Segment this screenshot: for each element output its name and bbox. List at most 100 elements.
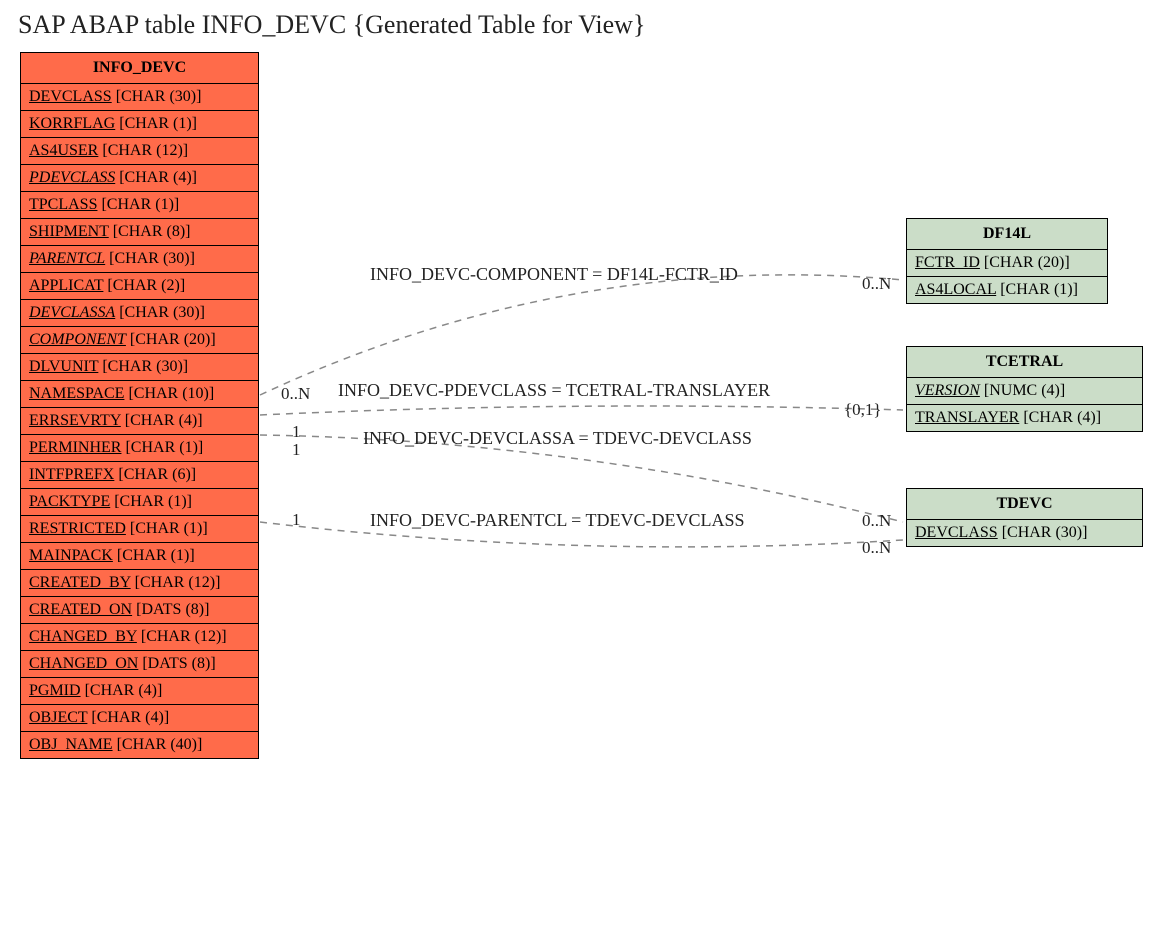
table-field-row: CREATED_BY [CHAR (12)] [21,570,258,597]
field-name: DLVUNIT [29,358,98,375]
field-name: DEVCLASS [915,524,998,541]
field-type: [DATS (8)] [132,601,209,618]
table-field-row: PERMINHER [CHAR (1)] [21,435,258,462]
field-name: AS4USER [29,142,98,159]
field-name: TPCLASS [29,196,97,213]
field-name: RESTRICTED [29,520,126,537]
relation-label: INFO_DEVC-COMPONENT = DF14L-FCTR_ID [370,264,738,285]
table-info-devc: INFO_DEVC DEVCLASS [CHAR (30)]KORRFLAG [… [20,52,259,759]
table-header: TCETRAL [907,347,1142,378]
field-name: KORRFLAG [29,115,115,132]
cardinality-right: 0..N [862,274,891,294]
field-name: VERSION [915,382,980,399]
table-field-row: AS4LOCAL [CHAR (1)] [907,277,1107,303]
table-field-row: DEVCLASS [CHAR (30)] [21,84,258,111]
field-name: NAMESPACE [29,385,124,402]
table-header: INFO_DEVC [21,53,258,84]
field-type: [CHAR (1)] [126,520,208,537]
field-name: OBJ_NAME [29,736,113,753]
table-field-row: CHANGED_ON [DATS (8)] [21,651,258,678]
cardinality-right: 0..N [862,511,891,531]
field-name: INTFPREFX [29,466,114,483]
table-field-row: DEVCLASS [CHAR (30)] [907,520,1142,546]
field-name: SHIPMENT [29,223,109,240]
cardinality-left: 0..N [281,384,310,404]
table-field-row: KORRFLAG [CHAR (1)] [21,111,258,138]
field-name: OBJECT [29,709,87,726]
cardinality-left: 1 [292,440,301,460]
field-name: PGMID [29,682,81,699]
cardinality-left: 1 [292,422,301,442]
field-type: [CHAR (1)] [996,281,1078,298]
table-field-row: TRANSLAYER [CHAR (4)] [907,405,1142,431]
table-field-row: PGMID [CHAR (4)] [21,678,258,705]
field-type: [CHAR (30)] [112,88,202,105]
field-name: MAINPACK [29,547,113,564]
field-type: [CHAR (1)] [115,115,197,132]
table-field-row: PDEVCLASS [CHAR (4)] [21,165,258,192]
field-type: [CHAR (1)] [121,439,203,456]
table-tdevc: TDEVC DEVCLASS [CHAR (30)] [906,488,1143,547]
table-field-row: INTFPREFX [CHAR (6)] [21,462,258,489]
field-type: [CHAR (12)] [137,628,227,645]
field-name: APPLICAT [29,277,103,294]
field-type: [NUMC (4)] [980,382,1065,399]
table-field-row: PACKTYPE [CHAR (1)] [21,489,258,516]
table-field-row: APPLICAT [CHAR (2)] [21,273,258,300]
field-type: [CHAR (30)] [98,358,188,375]
table-field-row: VERSION [NUMC (4)] [907,378,1142,405]
field-type: [CHAR (1)] [113,547,195,564]
table-field-row: AS4USER [CHAR (12)] [21,138,258,165]
field-name: TRANSLAYER [915,409,1019,426]
field-type: [CHAR (4)] [81,682,163,699]
field-type: [CHAR (30)] [105,250,195,267]
field-type: [CHAR (4)] [1019,409,1101,426]
cardinality-right: {0,1} [844,400,882,420]
field-type: [CHAR (12)] [131,574,221,591]
field-name: COMPONENT [29,331,126,348]
field-type: [CHAR (8)] [109,223,191,240]
table-field-row: CREATED_ON [DATS (8)] [21,597,258,624]
table-header: TDEVC [907,489,1142,520]
table-field-row: RESTRICTED [CHAR (1)] [21,516,258,543]
field-name: DEVCLASSA [29,304,115,321]
field-name: DEVCLASS [29,88,112,105]
field-type: [CHAR (4)] [115,169,197,186]
field-name: CREATED_ON [29,601,132,618]
field-name: PERMINHER [29,439,121,456]
cardinality-left: 1 [292,510,301,530]
table-df14l: DF14L FCTR_ID [CHAR (20)]AS4LOCAL [CHAR … [906,218,1108,304]
field-type: [CHAR (40)] [113,736,203,753]
table-field-row: DLVUNIT [CHAR (30)] [21,354,258,381]
table-field-row: CHANGED_BY [CHAR (12)] [21,624,258,651]
field-type: [CHAR (20)] [126,331,216,348]
relation-label: INFO_DEVC-PDEVCLASS = TCETRAL-TRANSLAYER [338,380,770,401]
field-name: CREATED_BY [29,574,131,591]
table-field-row: FCTR_ID [CHAR (20)] [907,250,1107,277]
field-type: [CHAR (1)] [110,493,192,510]
field-type: [CHAR (20)] [980,254,1070,271]
table-field-row: SHIPMENT [CHAR (8)] [21,219,258,246]
field-name: PARENTCL [29,250,105,267]
table-field-row: OBJECT [CHAR (4)] [21,705,258,732]
field-name: CHANGED_ON [29,655,138,672]
table-tcetral: TCETRAL VERSION [NUMC (4)]TRANSLAYER [CH… [906,346,1143,432]
field-name: FCTR_ID [915,254,980,271]
page-title: SAP ABAP table INFO_DEVC {Generated Tabl… [18,10,645,40]
field-name: PDEVCLASS [29,169,115,186]
table-header: DF14L [907,219,1107,250]
field-name: ERRSEVRTY [29,412,121,429]
field-type: [CHAR (4)] [87,709,169,726]
field-type: [CHAR (10)] [124,385,214,402]
cardinality-right: 0..N [862,538,891,558]
field-type: [CHAR (12)] [98,142,188,159]
table-field-row: DEVCLASSA [CHAR (30)] [21,300,258,327]
table-field-row: COMPONENT [CHAR (20)] [21,327,258,354]
field-type: [CHAR (6)] [114,466,196,483]
table-field-row: TPCLASS [CHAR (1)] [21,192,258,219]
table-field-row: MAINPACK [CHAR (1)] [21,543,258,570]
field-name: PACKTYPE [29,493,110,510]
field-type: [DATS (8)] [138,655,215,672]
field-type: [CHAR (30)] [115,304,205,321]
relation-label: INFO_DEVC-PARENTCL = TDEVC-DEVCLASS [370,510,745,531]
